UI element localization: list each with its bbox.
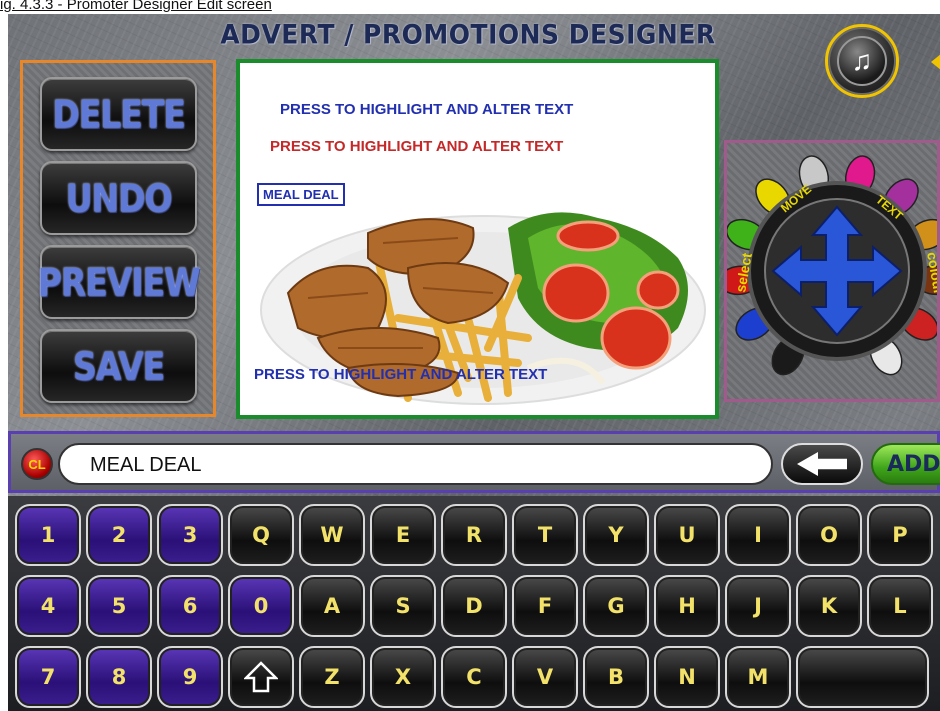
key-l[interactable]: L: [867, 575, 933, 637]
key-5[interactable]: 5: [86, 575, 152, 637]
shift-key[interactable]: [228, 646, 294, 708]
music-button[interactable]: ♫: [825, 24, 899, 98]
key-6[interactable]: 6: [157, 575, 223, 637]
keyboard-row-1: 123QWERTYUIOP: [15, 504, 940, 566]
preview-text-line-3[interactable]: PRESS TO HIGHLIGHT AND ALTER TEXT: [254, 366, 547, 383]
key-1[interactable]: 1: [15, 504, 81, 566]
key-n[interactable]: N: [654, 646, 720, 708]
key-d[interactable]: D: [441, 575, 507, 637]
key-4[interactable]: 4: [15, 575, 81, 637]
save-button-label: SAVE: [72, 343, 165, 389]
preview-text-line-2[interactable]: PRESS TO HIGHLIGHT AND ALTER TEXT: [270, 138, 563, 155]
left-arrow-icon: [797, 452, 847, 476]
music-pointer-marker: [931, 54, 940, 70]
key-z[interactable]: Z: [299, 646, 365, 708]
key-r[interactable]: R: [441, 504, 507, 566]
key-k[interactable]: K: [796, 575, 862, 637]
key-f[interactable]: F: [512, 575, 578, 637]
undo-button[interactable]: UNDO: [40, 161, 197, 235]
colour-move-dial[interactable]: select MOVE TEXT colour: [718, 143, 940, 399]
selected-text-box[interactable]: MEAL DEAL: [257, 183, 345, 206]
save-button[interactable]: SAVE: [40, 329, 197, 403]
control-dial-panel: select MOVE TEXT colour: [718, 140, 940, 402]
key-v[interactable]: V: [512, 646, 578, 708]
music-note-icon: ♫: [837, 36, 887, 86]
preview-button-label: PREVIEW: [37, 259, 201, 305]
add-button[interactable]: ADD: [871, 443, 940, 485]
backspace-button[interactable]: [781, 443, 863, 485]
advert-preview-canvas[interactable]: PRESS TO HIGHLIGHT AND ALTER TEXT PRESS …: [236, 59, 719, 419]
key-t[interactable]: T: [512, 504, 578, 566]
key-c[interactable]: C: [441, 646, 507, 708]
key-i[interactable]: I: [725, 504, 791, 566]
undo-button-label: UNDO: [65, 175, 173, 221]
key-s[interactable]: S: [370, 575, 436, 637]
key-p[interactable]: P: [867, 504, 933, 566]
key-m[interactable]: M: [725, 646, 791, 708]
key-x[interactable]: X: [370, 646, 436, 708]
keyboard-row-3: 789 ZXCVBNM: [15, 646, 940, 708]
key-9[interactable]: 9: [157, 646, 223, 708]
page-title: ADVERT / PROMOTIONS DESIGNER: [220, 19, 716, 50]
key-2[interactable]: 2: [86, 504, 152, 566]
key-h[interactable]: H: [654, 575, 720, 637]
designer-screen: ADVERT / PROMOTIONS DESIGNER ♫ DELETE UN…: [8, 14, 940, 711]
on-screen-keyboard: 123QWERTYUIOP 4560ASDFGHJKL 789 ZXCVBNM: [8, 496, 940, 711]
key-8[interactable]: 8: [86, 646, 152, 708]
key-j[interactable]: J: [725, 575, 791, 637]
key-q[interactable]: Q: [228, 504, 294, 566]
preview-text-line-1[interactable]: PRESS TO HIGHLIGHT AND ALTER TEXT: [280, 101, 573, 118]
shift-arrow-icon: [244, 661, 278, 693]
key-o[interactable]: O: [796, 504, 862, 566]
key-7[interactable]: 7: [15, 646, 81, 708]
key-a[interactable]: A: [299, 575, 365, 637]
preview-button[interactable]: PREVIEW: [37, 245, 201, 319]
key-g[interactable]: G: [583, 575, 649, 637]
key-0[interactable]: 0: [228, 575, 294, 637]
key-b[interactable]: B: [583, 646, 649, 708]
key-u[interactable]: U: [654, 504, 720, 566]
action-button-panel: DELETE UNDO PREVIEW SAVE: [20, 60, 216, 417]
key-3[interactable]: 3: [157, 504, 223, 566]
clear-button[interactable]: CL: [21, 448, 53, 480]
key-y[interactable]: Y: [583, 504, 649, 566]
key-w[interactable]: W: [299, 504, 365, 566]
space-key[interactable]: [796, 646, 929, 708]
key-e[interactable]: E: [370, 504, 436, 566]
text-input-bar: CL MEAL DEAL ADD: [8, 431, 940, 493]
delete-button[interactable]: DELETE: [40, 77, 197, 151]
text-entry-field[interactable]: MEAL DEAL: [58, 443, 773, 485]
keyboard-row-2: 4560ASDFGHJKL: [15, 575, 940, 637]
delete-button-label: DELETE: [52, 91, 186, 137]
